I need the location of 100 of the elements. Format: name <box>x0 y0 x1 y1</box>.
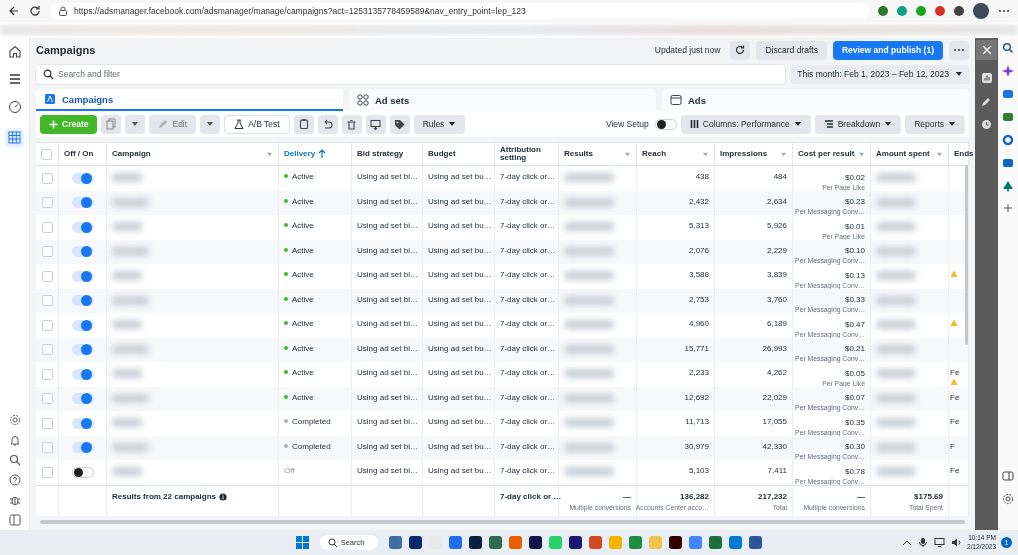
app-icon[interactable] <box>749 536 763 549</box>
bug-icon[interactable] <box>8 494 21 506</box>
checkbox[interactable] <box>41 197 53 209</box>
toggle-switch[interactable] <box>71 221 94 233</box>
undo-button[interactable] <box>317 114 338 134</box>
caret-icon[interactable] <box>858 150 865 158</box>
caret-icon[interactable] <box>780 150 787 158</box>
column-header[interactable]: Campaign <box>112 149 151 159</box>
checkbox[interactable] <box>41 368 53 380</box>
gauge-icon[interactable] <box>7 100 22 114</box>
toggle-switch[interactable] <box>71 344 94 356</box>
table-icon[interactable] <box>8 131 21 144</box>
scrollbar[interactable] <box>40 519 965 524</box>
more-button[interactable] <box>949 40 969 60</box>
checkbox[interactable] <box>41 246 53 258</box>
toggle-switch[interactable] <box>71 246 94 258</box>
column-header[interactable]: Attribution setting <box>500 145 553 163</box>
checkbox[interactable] <box>41 466 53 478</box>
publish-button[interactable]: Review and publish (1) <box>832 40 943 60</box>
settings-icon[interactable] <box>1002 493 1014 505</box>
column-header[interactable]: Results <box>564 149 593 159</box>
panel-icon[interactable] <box>8 514 21 526</box>
help-icon[interactable] <box>8 474 21 486</box>
windows-icon[interactable] <box>295 536 309 549</box>
tab[interactable]: Ads <box>662 89 969 111</box>
toggle-switch[interactable] <box>71 417 94 429</box>
column-header[interactable]: Amount spent <box>876 149 930 159</box>
checkbox[interactable] <box>41 442 53 454</box>
caret-icon[interactable] <box>702 150 709 158</box>
tab[interactable]: Ad sets <box>349 89 656 111</box>
column-header[interactable]: Delivery <box>284 149 316 159</box>
toggle-switch[interactable] <box>71 295 94 307</box>
checkbox[interactable] <box>41 295 53 307</box>
toggle-switch[interactable] <box>71 319 94 331</box>
discard-drafts-button[interactable]: Discard drafts <box>756 40 827 60</box>
search-icon[interactable] <box>1002 42 1014 54</box>
checkbox[interactable] <box>41 319 53 331</box>
toggle-switch[interactable] <box>71 466 94 478</box>
search-icon[interactable] <box>8 454 21 466</box>
menu-icon[interactable] <box>7 72 22 86</box>
checkbox[interactable] <box>41 393 53 405</box>
refresh-button[interactable] <box>730 40 751 60</box>
column-header[interactable]: Bid strategy <box>357 149 404 159</box>
checkbox[interactable] <box>41 221 53 233</box>
chart-icon[interactable] <box>980 72 993 84</box>
caret-icon[interactable] <box>936 150 943 158</box>
column-header[interactable]: Ends <box>954 149 974 159</box>
toggle-switch[interactable] <box>71 442 94 454</box>
checkbox[interactable] <box>41 148 52 160</box>
app-icon[interactable] <box>409 536 423 549</box>
tab[interactable]: Campaigns <box>36 89 343 111</box>
toggle-switch[interactable] <box>71 197 94 209</box>
checkbox[interactable] <box>41 270 53 282</box>
toggle-switch[interactable] <box>654 118 677 130</box>
avatar[interactable] <box>973 3 989 19</box>
date-range-picker[interactable]: This month: Feb 1, 2023 – Feb 12, 2023 <box>791 64 969 84</box>
column-header[interactable]: Cost per result <box>798 149 855 159</box>
scrollbar[interactable] <box>965 165 968 345</box>
tree-icon[interactable] <box>1002 180 1014 192</box>
speaker-icon[interactable] <box>951 537 963 548</box>
column-header[interactable]: Impressions <box>720 149 768 159</box>
caret-icon[interactable] <box>624 150 631 158</box>
duplicate-button[interactable] <box>101 114 122 134</box>
sparkle-icon[interactable] <box>1002 65 1014 77</box>
checkbox[interactable] <box>41 417 53 429</box>
columns-button[interactable]: Columns: Performance <box>680 114 811 134</box>
chevron-up-icon[interactable] <box>902 538 913 547</box>
address-bar[interactable]: https://adsmanager.facebook.com/adsmanager/manage/campaigns?act=1253135778459589&nav_entry_point=lep_123 <box>50 3 869 19</box>
ring-icon[interactable] <box>1002 134 1014 146</box>
panel-icon[interactable] <box>1002 470 1014 482</box>
settings-icon[interactable] <box>8 414 21 426</box>
preview-button[interactable] <box>365 114 386 134</box>
breakdown-button[interactable]: Breakdown <box>814 114 902 134</box>
home-icon[interactable] <box>7 44 22 58</box>
checkbox[interactable] <box>41 344 53 356</box>
pencil-icon[interactable] <box>981 96 992 107</box>
app-icon[interactable] <box>669 536 683 549</box>
back-icon[interactable] <box>8 5 20 17</box>
column-header[interactable]: Off / On <box>64 149 94 159</box>
toggle-switch[interactable] <box>71 393 94 405</box>
dropdown-button[interactable] <box>125 114 146 134</box>
search-field[interactable]: Search and filter <box>36 64 786 84</box>
column-header[interactable]: Budget <box>428 149 456 159</box>
microphone-icon[interactable] <box>918 537 929 548</box>
clock-icon[interactable] <box>981 119 992 130</box>
app-icon[interactable] <box>569 536 583 549</box>
toggle-switch[interactable] <box>71 368 94 380</box>
plus-icon[interactable] <box>1003 203 1013 213</box>
checkbox[interactable] <box>41 172 53 184</box>
refresh-icon[interactable] <box>29 5 41 17</box>
ab-test-button[interactable]: A/B Test <box>224 114 290 134</box>
caret-icon[interactable] <box>266 150 273 158</box>
monitor-icon[interactable] <box>934 537 946 548</box>
bell-icon[interactable] <box>8 434 21 446</box>
reports-button[interactable]: Reports <box>905 114 965 134</box>
clipboard-button[interactable] <box>293 114 314 134</box>
close-button[interactable] <box>976 40 997 60</box>
toggle-switch[interactable] <box>71 270 94 282</box>
app-icon[interactable] <box>529 536 543 549</box>
tag-button[interactable] <box>389 114 410 134</box>
